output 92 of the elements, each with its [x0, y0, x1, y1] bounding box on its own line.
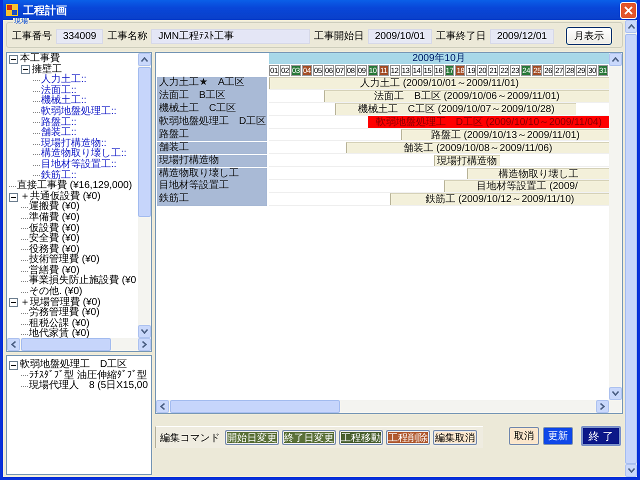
input-field[interactable]: 334009	[56, 28, 104, 44]
tree-item[interactable]: 本工事費	[20, 54, 60, 65]
task-label[interactable]: 法面工 B工区	[157, 90, 267, 103]
chevron-down-icon	[141, 329, 148, 334]
scroll-down-button[interactable]	[609, 387, 622, 400]
scroll-left-button[interactable]	[156, 400, 169, 413]
tree-item[interactable]: 人力土工::	[41, 75, 87, 86]
collapse-icon[interactable]	[9, 54, 18, 64]
task-label[interactable]: 路盤工	[157, 128, 267, 142]
scroll-up-button[interactable]	[138, 53, 151, 66]
app-icon	[6, 4, 18, 16]
command-button[interactable]: 工程削除	[386, 430, 430, 445]
chevron-left-icon	[11, 341, 16, 348]
tree-item[interactable]: ﾗﾁｽﾀﾞﾌﾞ型 油圧伸縮ﾀﾞﾌﾞ型	[29, 370, 147, 382]
vertical-scrollbar[interactable]	[609, 53, 622, 400]
tree-item[interactable]: 労務管理費 (¥0)	[29, 308, 100, 319]
scroll-left-button[interactable]	[7, 338, 20, 351]
task-label[interactable]: 現場打構造物	[157, 154, 267, 168]
field-label: 工事開始日	[314, 30, 364, 43]
chevron-up-icon	[141, 57, 148, 62]
tree-item[interactable]: その他. (¥0)	[29, 287, 82, 298]
collapse-icon[interactable]	[9, 192, 18, 202]
scroll-down-button[interactable]	[625, 464, 637, 477]
task-label[interactable]: 機械土工 C工区	[157, 103, 267, 116]
chevron-left-icon	[160, 403, 165, 410]
task-bar[interactable]: 目地材等設置工 (2009/	[444, 180, 609, 192]
tree-item[interactable]: 直接工事費 (¥16,129,000)	[17, 181, 132, 192]
chevron-down-icon	[612, 391, 619, 396]
task-bar[interactable]: 機械土工 C工区 (2009/10/07～2009/10/28)	[334, 103, 576, 115]
task-label[interactable]: 鉄筋工	[157, 193, 267, 206]
tree-item[interactable]: 目地材等設置工::	[41, 160, 117, 171]
field-label: 工事番号	[12, 30, 52, 43]
action-button[interactable]: 取消	[509, 427, 539, 445]
command-button[interactable]: 工程移動	[339, 430, 383, 445]
scroll-up-button[interactable]	[609, 53, 622, 66]
tree-item[interactable]: 安全費 (¥0)	[29, 234, 80, 245]
scrollbar-thumb[interactable]	[138, 67, 151, 217]
task-label[interactable]: 構造物取り壊し工	[157, 168, 267, 180]
chevron-right-icon	[600, 403, 605, 410]
tree-item[interactable]: 軟弱地盤処理工::	[41, 106, 117, 118]
chevron-right-icon	[142, 341, 147, 348]
field-label: 工事終了日	[436, 30, 486, 43]
task-label[interactable]: 人力土工★ A工区	[157, 77, 267, 90]
task-bar[interactable]: 鉄筋工 (2009/10/12～2009/11/10)	[390, 193, 609, 205]
task-bar[interactable]: 人力土工 (2009/10/01～2009/11/01)	[269, 77, 609, 89]
month-header: 2009年10月	[269, 53, 609, 64]
collapse-icon[interactable]	[21, 65, 30, 74]
task-label[interactable]: 舗装工	[157, 142, 267, 154]
tree-item[interactable]: 舗装工::	[41, 128, 77, 139]
tree-item[interactable]: 軟弱地盤処理工 D工区	[20, 360, 128, 371]
tree-item[interactable]: 運搬費 (¥0)	[29, 202, 80, 213]
tree-item[interactable]: 準備費 (¥0)	[29, 212, 80, 224]
tree-item[interactable]: 構造物取り壊し工::	[41, 149, 127, 160]
scroll-right-button[interactable]	[138, 338, 151, 351]
command-button[interactable]: 編集取消	[433, 430, 477, 445]
tree-item[interactable]: 機械土工::	[41, 96, 87, 107]
chevron-down-icon	[628, 468, 634, 473]
window-title: 工程計画	[23, 4, 68, 17]
chevron-up-icon	[628, 24, 634, 29]
command-button[interactable]: 終了日変更	[282, 430, 336, 445]
task-bar[interactable]: 構造物取り壊し工	[466, 168, 609, 180]
vertical-scrollbar[interactable]	[138, 53, 151, 338]
field-label: 工事名称	[107, 30, 148, 43]
tree-item[interactable]: 現場代理人 8 (5日X15,00	[29, 381, 148, 392]
scroll-down-button[interactable]	[138, 325, 151, 338]
tree-item[interactable]: 事業損失防止施設費 (¥0	[29, 276, 136, 288]
tree-item[interactable]: 擁壁工	[32, 64, 62, 76]
collapse-icon[interactable]	[9, 360, 18, 370]
command-label: 編集コマンド	[160, 432, 220, 444]
scroll-up-button[interactable]	[625, 20, 637, 33]
task-label[interactable]: 目地材等設置工	[157, 180, 267, 194]
horizontal-scrollbar[interactable]	[7, 338, 151, 351]
command-button[interactable]: 開始日変更	[225, 430, 279, 445]
task-bar[interactable]: 路盤工 (2009/10/13～2009/11/01)	[400, 128, 609, 140]
task-label[interactable]: 軟弱地盤処理工 D工区	[157, 116, 267, 129]
task-bar[interactable]: 現場打構造物	[434, 154, 500, 166]
collapse-icon[interactable]	[9, 298, 18, 308]
scrollbar-thumb[interactable]	[21, 338, 111, 351]
input-field[interactable]: 2009/12/01	[490, 28, 554, 44]
close-button[interactable]	[620, 2, 637, 18]
task-bar[interactable]: 法面工 B工区 (2009/10/06～2009/11/01)	[324, 90, 609, 102]
scroll-right-button[interactable]	[596, 400, 609, 413]
scrollbar-thumb[interactable]	[170, 400, 340, 413]
task-bar[interactable]: 舗装工 (2009/10/08～2009/11/06)	[346, 142, 609, 154]
close-icon	[624, 6, 633, 14]
tree-item[interactable]: 技術管理費 (¥0)	[29, 255, 100, 266]
input-field[interactable]: 2009/10/01	[368, 28, 432, 44]
action-button[interactable]: 終 了	[581, 426, 621, 446]
month-view-button[interactable]: 月表示	[566, 27, 612, 45]
input-field[interactable]: JMN工程ﾃｽﾄ工事	[151, 28, 310, 44]
action-button[interactable]: 更新	[543, 427, 573, 445]
chevron-up-icon	[612, 57, 619, 62]
